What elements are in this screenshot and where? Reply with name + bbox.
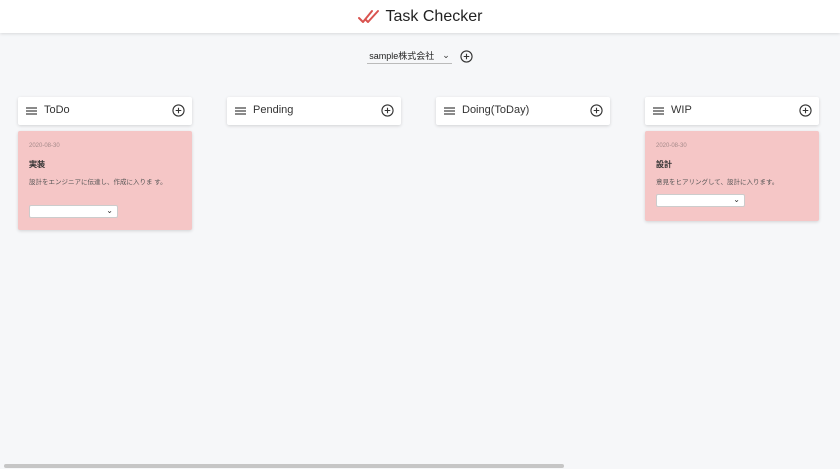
app-header: Task Checker xyxy=(0,0,840,33)
task-date: 2020-08-30 xyxy=(29,143,60,149)
task-description: 意見をヒアリングして、設計に入ります。 xyxy=(656,179,779,186)
task-status-select[interactable]: ⌄ xyxy=(656,194,745,207)
add-task-icon[interactable] xyxy=(381,104,394,117)
task-date: 2020-08-30 xyxy=(656,143,687,149)
drag-handle-icon[interactable] xyxy=(444,106,455,116)
column-title: Pending xyxy=(253,104,294,116)
drag-handle-icon[interactable] xyxy=(653,106,664,116)
company-selector-row: sample株式会社 ⌄ xyxy=(0,47,840,65)
column-title: Doing(ToDay) xyxy=(462,104,530,116)
add-task-icon[interactable] xyxy=(172,104,185,117)
task-title: 設計 xyxy=(656,160,672,169)
chevron-down-icon: ⌄ xyxy=(442,49,450,60)
task-status-select[interactable]: ⌄ xyxy=(29,205,118,218)
horizontal-scrollbar[interactable] xyxy=(4,464,564,468)
double-check-icon xyxy=(357,9,379,23)
company-select-value: sample株式会社 xyxy=(369,50,435,61)
drag-handle-icon[interactable] xyxy=(26,106,37,116)
add-task-icon[interactable] xyxy=(799,104,812,117)
task-title: 実装 xyxy=(29,160,45,169)
add-company-icon[interactable] xyxy=(460,49,473,63)
chevron-down-icon: ⌄ xyxy=(106,206,113,215)
column-header-pending: Pending xyxy=(227,97,401,125)
column-header-wip: WIP xyxy=(645,97,819,125)
app-title: Task Checker xyxy=(385,7,483,25)
drag-handle-icon[interactable] xyxy=(235,106,246,116)
column-title: WIP xyxy=(671,104,692,116)
task-card-wip[interactable]: 2020-08-30 設計 意見をヒアリングして、設計に入ります。 ⌄ xyxy=(645,131,819,221)
chevron-down-icon: ⌄ xyxy=(733,195,740,204)
task-card-todo[interactable]: 2020-08-30 実装 設計をエンジニアに伝達し、作成に入りま す。 ⌄ xyxy=(18,131,192,230)
add-task-icon[interactable] xyxy=(590,104,603,117)
task-description: 設計をエンジニアに伝達し、作成に入りま す。 xyxy=(29,179,167,186)
column-title: ToDo xyxy=(44,104,70,116)
column-header-todo: ToDo xyxy=(18,97,192,125)
column-header-doing: Doing(ToDay) xyxy=(436,97,610,125)
company-select[interactable]: sample株式会社 ⌄ xyxy=(367,49,452,64)
